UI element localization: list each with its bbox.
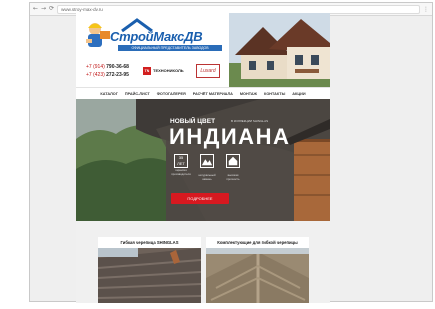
partner-luxard[interactable]: Luxard	[196, 64, 220, 78]
feature-stone: натуральный камень	[196, 154, 218, 181]
partner-technonikol[interactable]: TN ТЕХНОНИКОЛЬ	[143, 64, 184, 77]
nav-promotions[interactable]: АКЦИИ	[292, 92, 305, 96]
house-photo	[229, 13, 330, 87]
site-logo[interactable]: СтройМаксДВ ОФИЦИАЛЬНЫЙ ПРЕДСТАВИТЕЛЬ ЗА…	[80, 15, 230, 55]
phone-list: +7 (914) 790-36-68 +7 (423) 272-23-95	[86, 63, 129, 79]
phone-1[interactable]: +7 (914) 790-36-68	[86, 63, 129, 71]
product-card-shingles[interactable]: Гибкая черепица SHINGLAS	[98, 237, 201, 303]
feature-warranty: 35 ЛЕТ гарантия производителя	[170, 154, 192, 176]
products-section: Гибкая черепица SHINGLAS Комплектующие д…	[76, 221, 330, 303]
phone-code: +7 (914)	[86, 64, 105, 70]
product-title: Гибкая черепица SHINGLAS	[120, 240, 179, 245]
house-icon	[226, 154, 240, 168]
nav-contacts[interactable]: КОНТАКТЫ	[264, 92, 285, 96]
phone-number: 272-23-95	[106, 72, 129, 78]
nav-catalog[interactable]: КАТАЛОГ	[100, 92, 118, 96]
technonikol-logo-icon: TN	[143, 66, 151, 75]
details-button[interactable]: ПОДРОБНЕЕ	[171, 193, 229, 204]
warranty-badge: 35 ЛЕТ	[174, 154, 188, 168]
product-title: Комплектующие для гибкой черепицы	[217, 240, 298, 245]
main-nav: КАТАЛОГ ПРАЙС-ЛИСТ ФОТОГАЛЕРЕЯ РАСЧЁТ МА…	[76, 87, 330, 99]
back-icon[interactable]: ←	[33, 6, 38, 12]
nav-price-list[interactable]: ПРАЙС-ЛИСТ	[125, 92, 150, 96]
product-image	[98, 248, 201, 303]
menu-icon[interactable]: ⋮	[423, 6, 429, 13]
phone-code: +7 (423)	[86, 72, 105, 78]
partner-label: ТЕХНОНИКОЛЬ	[153, 68, 184, 73]
product-card-accessories[interactable]: Комплектующие для гибкой черепицы	[206, 237, 309, 303]
banner-collection: В КОЛЛЕКЦИИ SHINGLAS	[231, 119, 269, 123]
mountain-icon	[200, 154, 214, 168]
feature-label: высокая прочность	[226, 173, 240, 181]
nav-calculator[interactable]: РАСЧЁТ МАТЕРИАЛА	[193, 92, 233, 96]
nav-gallery[interactable]: ФОТОГАЛЕРЕЯ	[157, 92, 186, 96]
nav-installation[interactable]: МОНТАЖ	[240, 92, 257, 96]
phone-number: 790-36-68	[106, 64, 129, 70]
reload-icon[interactable]: ⟳	[49, 6, 54, 12]
worker-icon	[86, 23, 110, 47]
feature-label: гарантия производителя	[171, 168, 191, 176]
logo-text: СтройМаксДВ	[110, 29, 203, 44]
product-image	[206, 248, 309, 303]
feature-label: натуральный камень	[198, 173, 216, 181]
logo-tagline: ОФИЦИАЛЬНЫЙ ПРЕДСТАВИТЕЛЬ ЗАВОДОВ	[118, 45, 222, 51]
hero-banner: НОВЫЙ ЦВЕТ В КОЛЛЕКЦИИ SHINGLAS ИНДИАНА …	[76, 99, 330, 221]
banner-title: ИНДИАНА	[169, 124, 291, 149]
site-header: СтройМаксДВ ОФИЦИАЛЬНЫЙ ПРЕДСТАВИТЕЛЬ ЗА…	[76, 13, 330, 87]
phone-2[interactable]: +7 (423) 272-23-95	[86, 71, 129, 79]
web-page: СтройМаксДВ ОФИЦИАЛЬНЫЙ ПРЕДСТАВИТЕЛЬ ЗА…	[76, 13, 330, 303]
forward-icon[interactable]: →	[41, 6, 46, 12]
feature-strength: высокая прочность	[222, 154, 244, 181]
